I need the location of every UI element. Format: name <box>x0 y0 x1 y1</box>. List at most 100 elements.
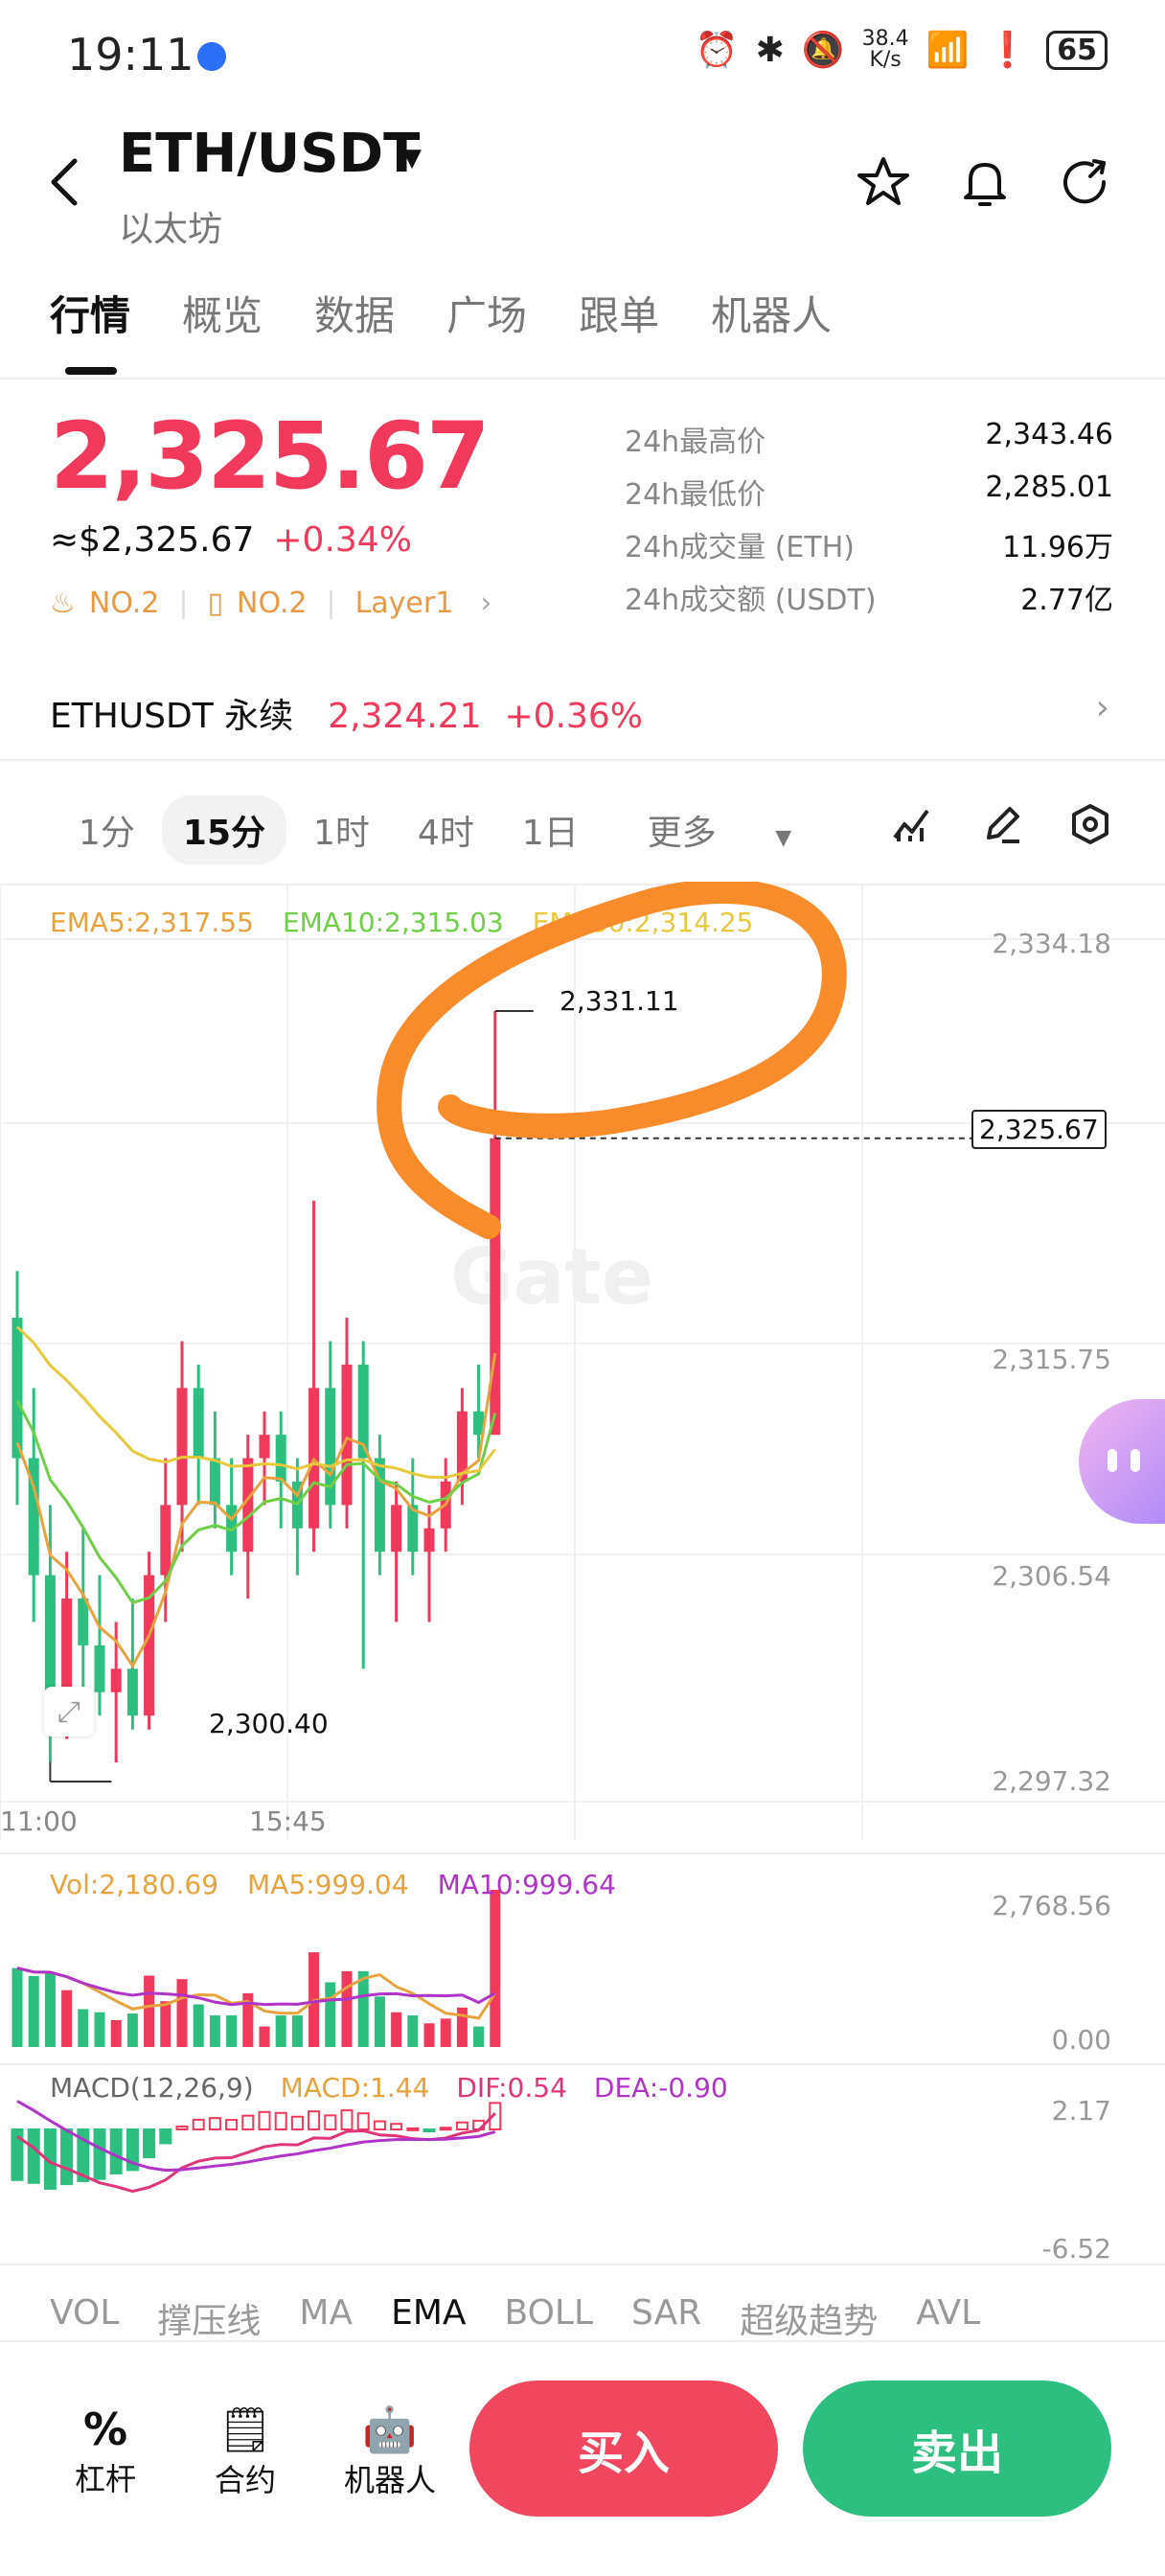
back-arrow-icon[interactable] <box>46 153 84 211</box>
tab-copy-trade[interactable]: 跟单 <box>579 284 659 342</box>
usd-price: ≈$2,325.67 +0.34% <box>50 520 412 560</box>
draw-icon[interactable] <box>981 803 1023 845</box>
tf-more[interactable]: 更多 ▼ <box>605 795 839 864</box>
volume-bar <box>357 1970 369 2047</box>
divider <box>0 378 1165 380</box>
divider <box>0 2264 1165 2266</box>
sell-button[interactable]: 卖出 <box>803 2380 1111 2517</box>
rank-row[interactable]: ♨ NO.2 | ▯ NO.2 | Layer1 › <box>50 586 491 620</box>
bell-icon[interactable] <box>956 153 1014 211</box>
tab-data[interactable]: 数据 <box>314 284 395 342</box>
candle-body <box>259 1435 270 1459</box>
volume-bar <box>94 2012 105 2047</box>
chevron-right-icon[interactable]: › <box>1096 688 1109 727</box>
macd-bar <box>225 2119 239 2130</box>
rank-hot: NO.2 <box>88 586 160 620</box>
fire-icon: ♨ <box>50 586 76 620</box>
volume-bar <box>61 1990 73 2047</box>
ind-boll[interactable]: BOLL <box>505 2293 594 2343</box>
axis-label: 2,334.18 <box>992 928 1111 959</box>
annotation-scribble <box>377 882 847 1239</box>
divider <box>0 759 1165 761</box>
tf-4h[interactable]: 4时 <box>397 795 495 864</box>
dea-value: DEA:-0.90 <box>593 2072 728 2104</box>
volume-bar <box>226 2015 238 2047</box>
leverage-label: 杠杆 <box>74 2461 136 2497</box>
volume-bar <box>28 1975 39 2047</box>
ind-supertrend[interactable]: 超级趋势 <box>740 2293 878 2343</box>
volume-bar <box>126 2013 138 2047</box>
indicator-icon[interactable] <box>891 803 933 845</box>
candle-body <box>341 1364 353 1506</box>
candle-body <box>160 1505 171 1576</box>
tf-1d[interactable]: 1日 <box>501 795 600 864</box>
price-change: +0.34% <box>273 520 412 560</box>
macd-bar <box>324 2114 337 2130</box>
macd-bar <box>274 2111 287 2131</box>
macd-axis-label: -6.52 <box>1041 2233 1111 2265</box>
contract-button[interactable]: 🗒 合约 <box>197 2404 293 2500</box>
ind-avl[interactable]: AVL <box>916 2293 980 2343</box>
macd-bar <box>406 2127 420 2131</box>
star-icon[interactable] <box>855 153 912 211</box>
candle-body <box>391 1505 402 1552</box>
status-icons: ⏰ ✱ 🔕 38.4 K/s 📶 ❗ 65 <box>696 29 1108 71</box>
settings-icon[interactable] <box>1069 803 1111 845</box>
ind-sar[interactable]: SAR <box>631 2293 701 2343</box>
volume-legend: Vol:2,180.69 MA5:999.04 MA10:999.64 <box>50 1869 616 1900</box>
volume-bar <box>440 2018 451 2047</box>
tf-1h[interactable]: 1时 <box>292 795 391 864</box>
macd-bar <box>192 2118 205 2131</box>
expand-icon[interactable]: ⤢ <box>44 1687 94 1736</box>
leverage-button[interactable]: % 杠杆 <box>57 2404 153 2499</box>
perp-label: ETHUSDT 永续 <box>50 697 294 736</box>
volume-bar <box>110 2019 122 2047</box>
robot-button[interactable]: 🤖 机器人 <box>337 2404 443 2500</box>
volume-bar <box>407 2015 419 2047</box>
vol-ma5-line <box>16 1966 497 2020</box>
macd-bar <box>290 2115 304 2130</box>
time-label: 15:45 <box>249 1806 327 1837</box>
macd-bar <box>308 2110 321 2130</box>
tab-robot[interactable]: 机器人 <box>711 284 832 342</box>
tab-square[interactable]: 广场 <box>446 284 527 342</box>
macd-legend: MACD(12,26,9) MACD:1.44 DIF:0.54 DEA:-0.… <box>50 2072 728 2104</box>
pair-title[interactable]: ETH/USDT <box>119 123 420 185</box>
ind-ma[interactable]: MA <box>299 2293 353 2343</box>
perp-row[interactable]: ETHUSDT 永续 2,324.21 +0.36% <box>50 688 643 738</box>
tab-market[interactable]: 行情 <box>50 284 130 342</box>
bluetooth-icon: ✱ <box>755 30 785 70</box>
candle-body <box>61 1598 73 1692</box>
timeframe-bar: 1分 15分 1时 4时 1日 更多 ▼ <box>57 795 845 864</box>
contract-icon: 🗒 <box>217 2404 274 2455</box>
macd-bar <box>373 2120 386 2130</box>
net-speed: 38.4 K/s <box>861 27 909 72</box>
share-icon[interactable] <box>1058 153 1115 211</box>
vol-value: Vol:2,180.69 <box>50 1869 219 1900</box>
ind-ema[interactable]: EMA <box>391 2293 466 2343</box>
alert-icon: ❗ <box>986 31 1030 70</box>
candle-body <box>176 1388 188 1506</box>
candle-body <box>193 1388 204 1459</box>
usd-value: ≈$2,325.67 <box>50 520 255 560</box>
macd-bar <box>159 2128 172 2145</box>
volume-bar <box>11 1967 23 2047</box>
pair-dropdown-icon[interactable]: ▼ <box>402 144 422 172</box>
volume-bar <box>259 2026 270 2047</box>
battery-indicator: 65 <box>1046 30 1108 70</box>
ind-vol[interactable]: VOL <box>50 2293 119 2343</box>
macd-bar <box>241 2114 255 2131</box>
ind-support[interactable]: 撑压线 <box>157 2293 261 2343</box>
tf-15m[interactable]: 15分 <box>161 795 287 864</box>
tf-1m[interactable]: 1分 <box>57 795 156 864</box>
buy-button[interactable]: 买入 <box>469 2380 778 2517</box>
macd-bar <box>340 2109 354 2130</box>
rank-cap: NO.2 <box>237 586 308 620</box>
vol-ma10: MA10:999.64 <box>437 1869 616 1900</box>
volume-bars <box>11 1890 501 2047</box>
robot-label: 机器人 <box>343 2462 436 2498</box>
macd-bar <box>109 2128 123 2174</box>
volume-bar <box>490 1890 501 2047</box>
tab-overview[interactable]: 概览 <box>182 284 263 342</box>
volume-bar <box>78 2009 89 2047</box>
